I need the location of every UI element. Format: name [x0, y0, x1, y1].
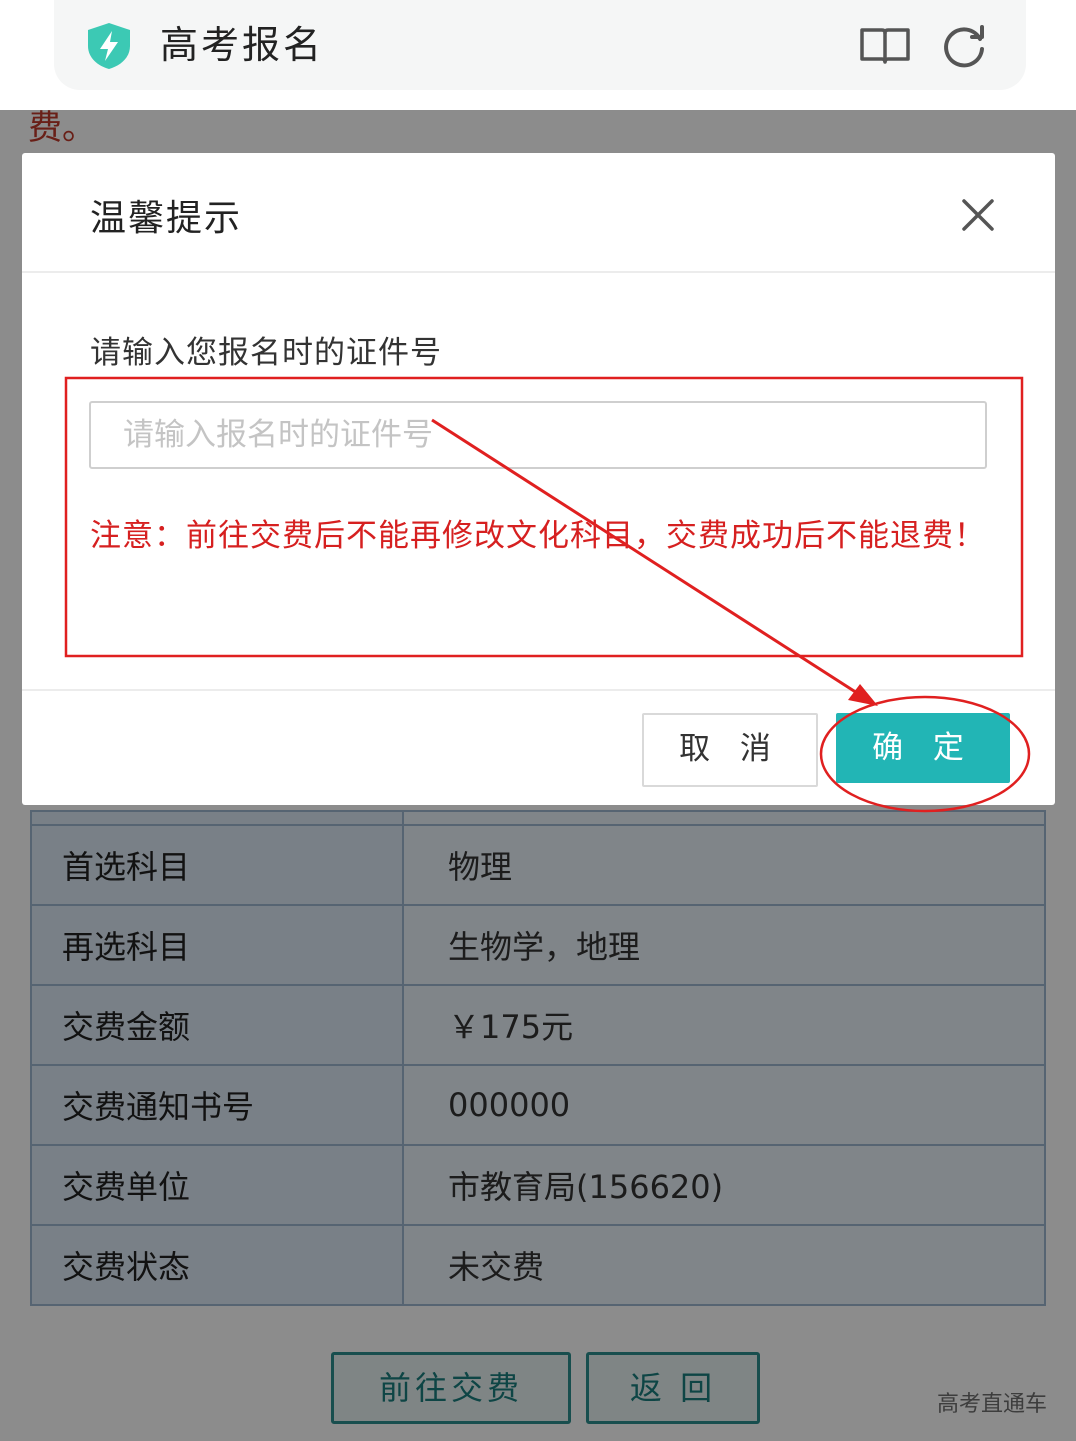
- close-icon[interactable]: [960, 197, 996, 233]
- confirm-button[interactable]: 确 定: [836, 713, 1010, 783]
- cancel-button[interactable]: 取 消: [642, 713, 818, 787]
- id-number-input[interactable]: [89, 401, 987, 469]
- dialog-title: 温馨提示: [90, 198, 243, 239]
- id-field-label: 请输入您报名时的证件号: [90, 335, 442, 371]
- dialog-footer-divider: [22, 689, 1055, 691]
- app-bar: 高考报名: [0, 0, 1076, 110]
- refresh-icon[interactable]: [938, 22, 990, 68]
- dialog-header: 温馨提示: [22, 153, 1055, 273]
- tip-dialog: 温馨提示 请输入您报名时的证件号 注意：前往交费后不能再修改文化科目，交费成功后…: [22, 153, 1055, 805]
- shield-bolt-icon: [88, 23, 130, 69]
- warning-message: 注意：前往交费后不能再修改文化科目，交费成功后不能退费！: [90, 518, 986, 554]
- book-icon[interactable]: [858, 25, 912, 65]
- app-title: 高考报名: [160, 23, 325, 67]
